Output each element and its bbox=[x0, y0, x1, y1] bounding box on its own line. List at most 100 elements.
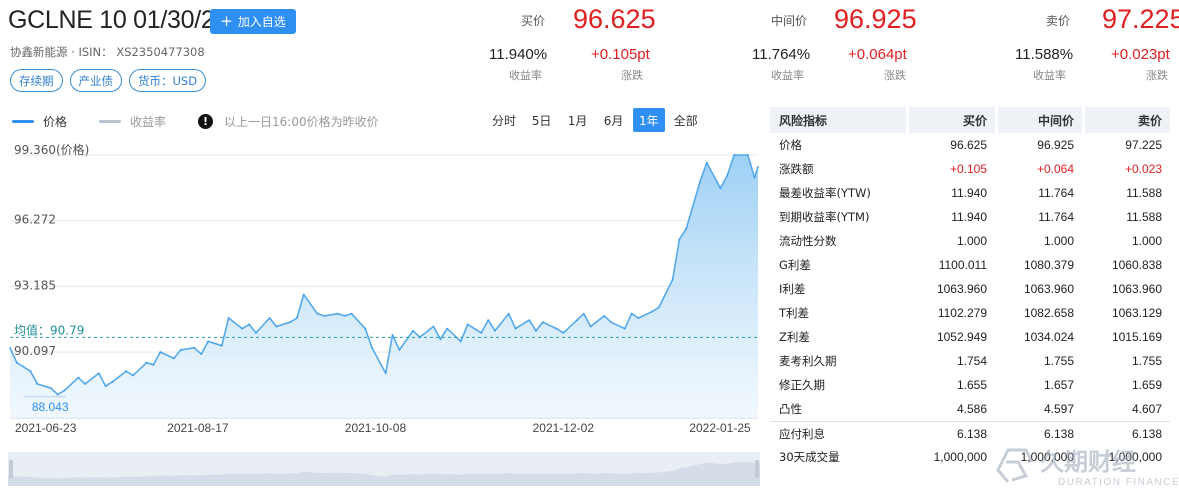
risk-row: 凸性 4.586 4.597 4.607 bbox=[770, 397, 1170, 421]
price-point bbox=[241, 327, 244, 330]
price-point bbox=[104, 385, 107, 387]
tag-status: 存续期 bbox=[10, 69, 63, 92]
price-point bbox=[514, 327, 517, 330]
price-point bbox=[275, 325, 278, 328]
range-all[interactable]: 全部 bbox=[668, 108, 704, 132]
range-intraday[interactable]: 分时 bbox=[486, 108, 522, 132]
legend-yield-label: 收益率 bbox=[130, 115, 167, 129]
range-6m[interactable]: 6月 bbox=[597, 108, 630, 132]
price-point bbox=[248, 323, 251, 326]
price-point bbox=[179, 349, 182, 351]
price-point bbox=[705, 161, 708, 164]
risk-ask-value: 1.000 bbox=[1131, 234, 1162, 248]
price-point bbox=[97, 372, 100, 375]
tag-category: 产业债 bbox=[69, 69, 122, 92]
risk-row: 最差收益率(YTW) 11.940 11.764 11.588 bbox=[770, 181, 1170, 205]
price-point bbox=[50, 387, 52, 390]
risk-metric-name: 涨跌额 bbox=[779, 162, 814, 176]
scroller-area bbox=[8, 462, 760, 486]
legend-price[interactable]: 价格 bbox=[12, 113, 67, 130]
quote-bid-yield: 11.940% bbox=[489, 46, 548, 63]
x-tick-label: 2021-08-17 bbox=[167, 421, 229, 435]
price-point bbox=[343, 315, 346, 317]
price-point bbox=[77, 376, 80, 379]
risk-row: 修正久期 1.655 1.657 1.659 bbox=[770, 373, 1170, 397]
price-point bbox=[63, 389, 66, 392]
add-to-watchlist-button[interactable]: + 加入自选 bbox=[210, 9, 296, 34]
price-point bbox=[753, 176, 756, 179]
risk-row: 涨跌额 +0.105 +0.064 +0.023 bbox=[770, 157, 1170, 181]
risk-bid-value: 11.940 bbox=[951, 210, 987, 224]
risk-bid-value: 6.138 bbox=[906, 421, 995, 445]
price-point bbox=[412, 329, 414, 332]
price-point bbox=[630, 312, 633, 315]
risk-metric-name: 到期收益率(YTM) bbox=[779, 210, 870, 224]
isin-label: ISIN： bbox=[78, 45, 113, 59]
quote-ask-price: 97.225 bbox=[1102, 4, 1179, 34]
price-point bbox=[125, 370, 127, 373]
risk-bid-value: 1.655 bbox=[956, 378, 987, 392]
price-chart[interactable]: 均值：90.79 88.043 99.360(价格) 96.272 93.185 90.0… bbox=[0, 138, 765, 443]
y-tick-label: 99.360(价格) bbox=[14, 142, 89, 157]
legend-yield[interactable]: 收益率 bbox=[99, 113, 166, 130]
risk-row: T利差 1102.279 1082.658 1063.129 bbox=[770, 301, 1170, 325]
price-point bbox=[678, 238, 681, 241]
quote-mid-change-label: 涨跌 bbox=[884, 69, 906, 82]
price-point bbox=[15, 361, 18, 364]
risk-metric-name: 应付利息 bbox=[770, 421, 906, 445]
y-tick-label: 90.097 bbox=[14, 344, 56, 358]
range-scroller[interactable] bbox=[8, 452, 760, 486]
quote-ask-change-label: 涨跌 bbox=[1146, 69, 1168, 82]
price-point bbox=[507, 312, 510, 315]
price-point bbox=[337, 312, 339, 315]
price-point bbox=[296, 317, 298, 319]
price-point bbox=[111, 380, 114, 383]
risk-bid-value: 96.625 bbox=[950, 138, 987, 152]
price-point bbox=[36, 383, 39, 385]
price-point bbox=[589, 325, 592, 328]
quote-mid-yield-label: 收益率 bbox=[771, 69, 804, 82]
risk-bid-value: 1.754 bbox=[956, 354, 987, 368]
price-point bbox=[132, 374, 134, 377]
quote-mid-price: 96.925 bbox=[834, 4, 917, 34]
col-ask: 卖价 bbox=[1082, 107, 1170, 133]
price-point bbox=[439, 338, 442, 341]
price-point bbox=[255, 332, 257, 334]
price-point bbox=[651, 310, 653, 313]
risk-bid-value: 11.940 bbox=[951, 186, 987, 200]
watermark-cn: 久期财经 bbox=[1040, 448, 1136, 476]
price-point bbox=[733, 154, 735, 156]
quote-bid-yield-label: 收益率 bbox=[509, 69, 542, 82]
chart-legend: 价格 收益率 ! 以上一日16:00价格为昨收价 bbox=[12, 113, 379, 130]
quote-ask-label: 卖价 bbox=[1046, 14, 1071, 28]
price-point bbox=[227, 317, 230, 319]
scroller-handle-left[interactable] bbox=[9, 460, 13, 478]
price-point bbox=[459, 340, 462, 343]
risk-mid-value: 11.764 bbox=[1038, 186, 1074, 200]
scroller-handle-right[interactable] bbox=[755, 460, 759, 478]
risk-ask-value: 11.588 bbox=[1126, 186, 1162, 200]
risk-mid-value: 1.657 bbox=[1043, 378, 1074, 392]
range-5d[interactable]: 5日 bbox=[525, 108, 558, 132]
range-1m[interactable]: 1月 bbox=[561, 108, 594, 132]
chart-note: ! 以上一日16:00价格为昨收价 bbox=[198, 113, 379, 130]
range-1y[interactable]: 1年 bbox=[633, 108, 665, 132]
risk-ask-value: 1063.960 bbox=[1111, 282, 1162, 296]
risk-mid-value: 11.764 bbox=[1038, 210, 1074, 224]
price-point bbox=[480, 332, 483, 334]
price-point bbox=[746, 154, 749, 156]
range-selector: 分时 5日 1月 6月 1年 全部 bbox=[486, 108, 704, 132]
price-point bbox=[316, 312, 319, 315]
risk-table-header: 风险指标 买价 中间价 卖价 bbox=[770, 107, 1170, 133]
price-point bbox=[671, 278, 674, 281]
price-point bbox=[384, 372, 387, 375]
price-point bbox=[528, 319, 531, 321]
risk-mid-value: 1034.024 bbox=[1023, 330, 1074, 344]
col-bid: 买价 bbox=[906, 107, 995, 133]
x-tick-label: 2021-12-02 bbox=[533, 421, 595, 435]
isin-value: XS2350477308 bbox=[116, 45, 205, 59]
risk-ask-value: 97.225 bbox=[1125, 138, 1162, 152]
price-point bbox=[685, 227, 688, 230]
price-point bbox=[432, 325, 435, 328]
price-point bbox=[610, 321, 612, 324]
